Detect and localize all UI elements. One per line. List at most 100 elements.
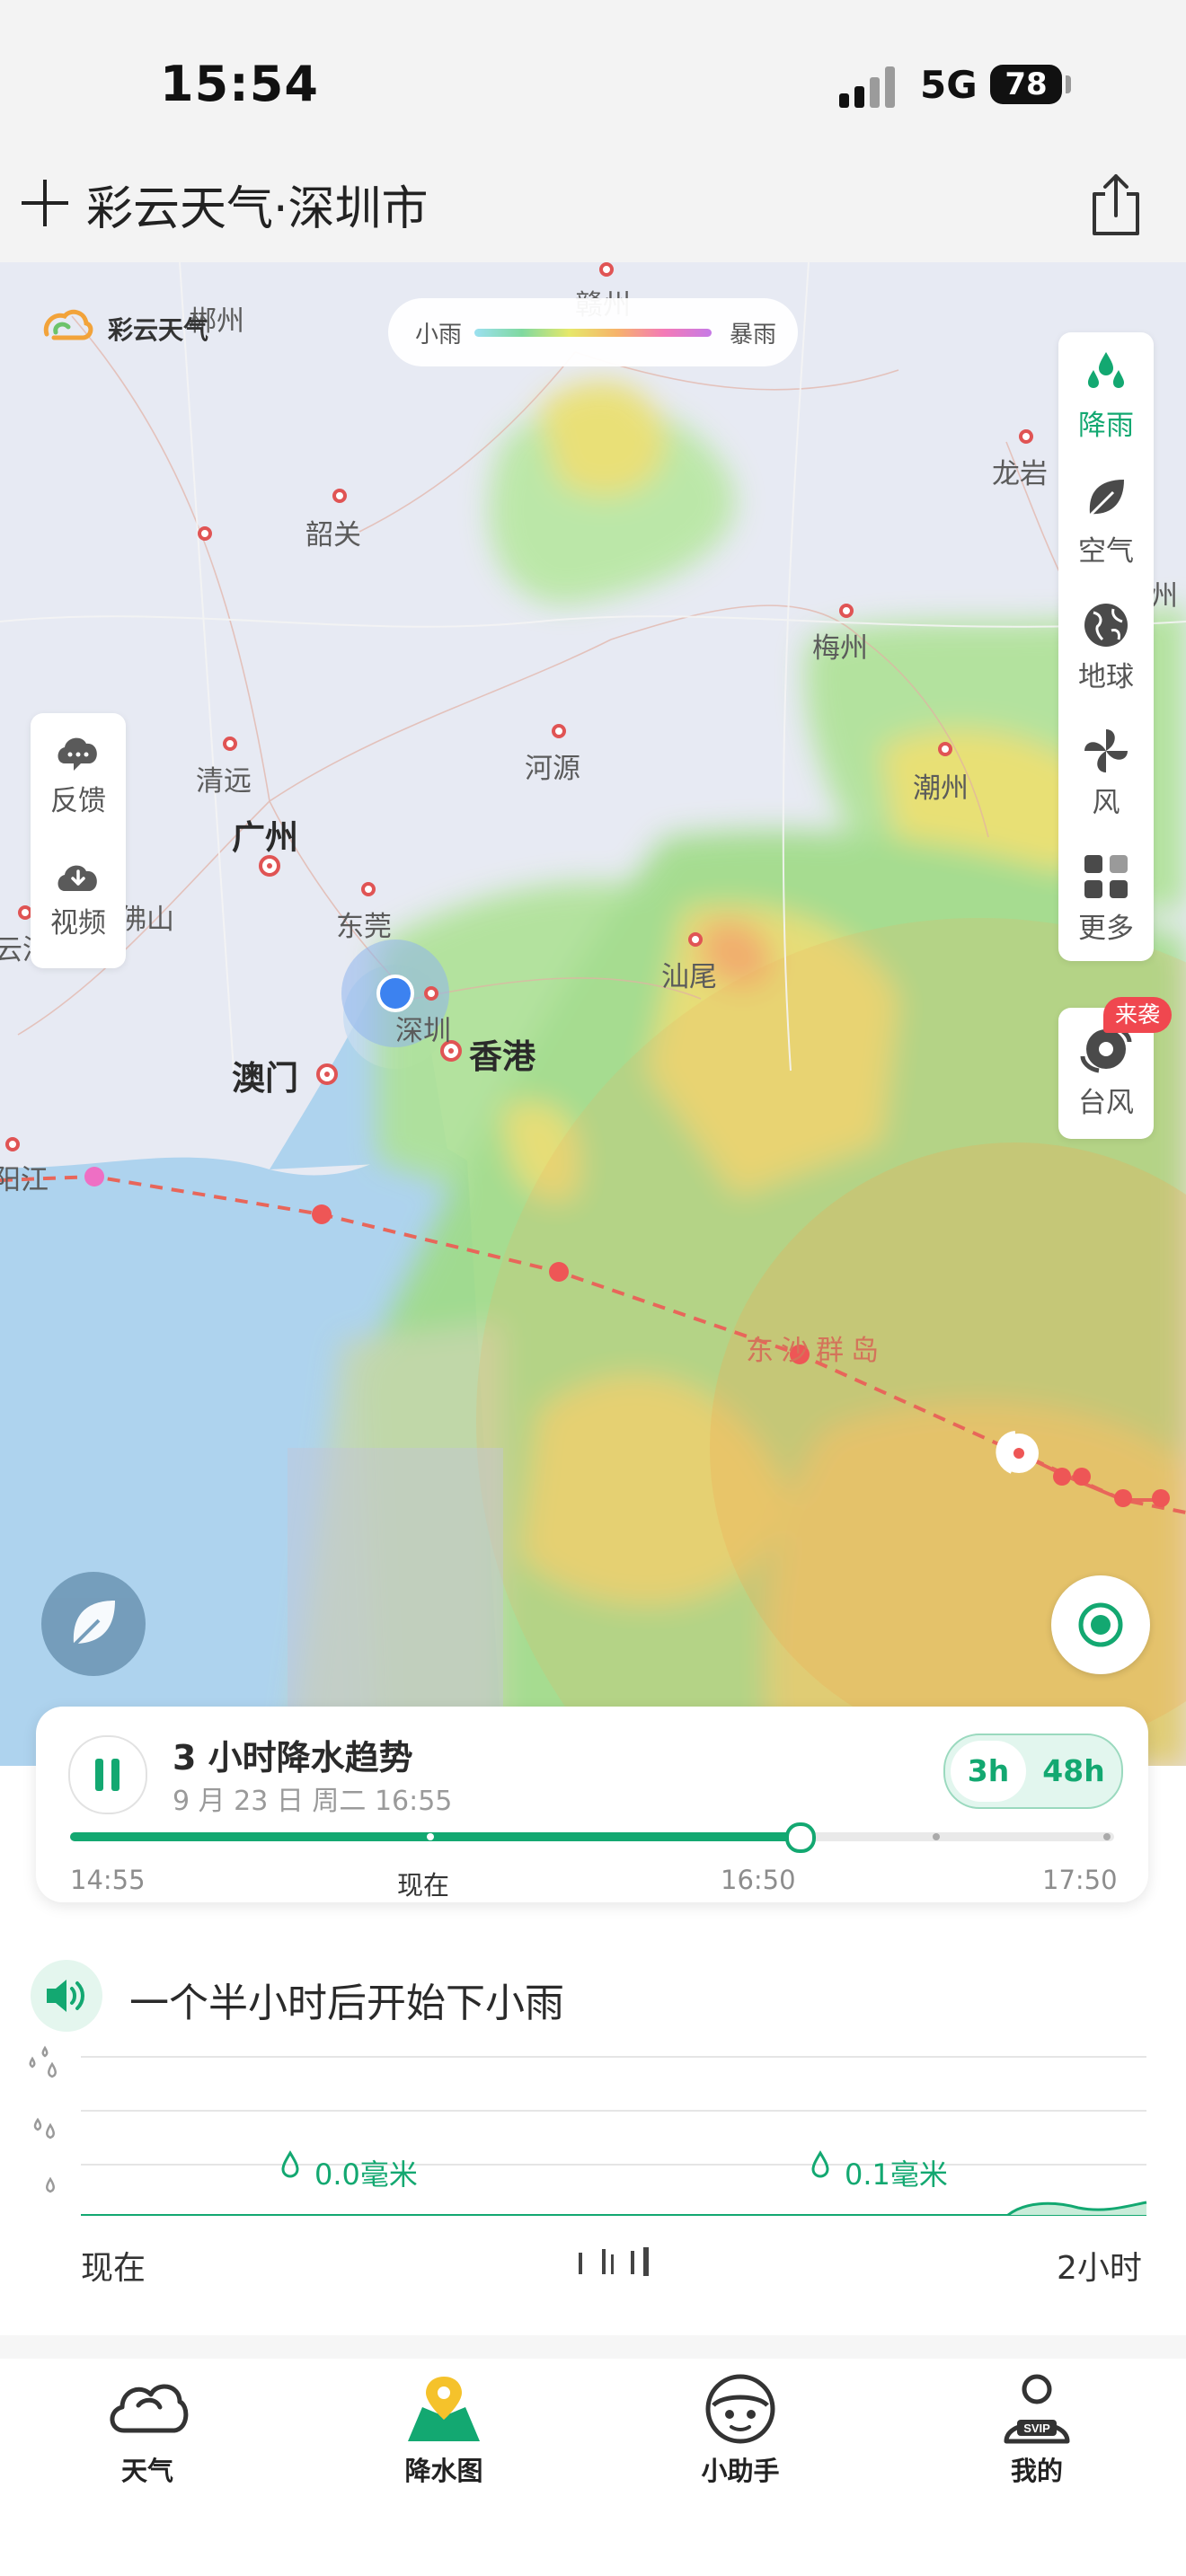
city-label: 香港 (469, 1037, 535, 1076)
precip-reading-now: 0.0毫米 (314, 2157, 418, 2192)
status-time: 15:54 (160, 56, 319, 112)
map-pin-icon (408, 2377, 480, 2441)
pause-button[interactable] (68, 1735, 147, 1814)
video-button[interactable]: 视频 (31, 857, 126, 940)
nav-precip-map[interactable]: 降水图 (354, 2371, 534, 2488)
city-label: 河源 (525, 753, 580, 785)
precip-chart (27, 2044, 1159, 2228)
feedback-label: 反馈 (50, 785, 106, 817)
layer-wind-button[interactable]: 风 (1058, 726, 1154, 820)
drop-icon (281, 2150, 299, 2178)
nav-weather[interactable]: 天气 (58, 2371, 237, 2488)
playback-progress (70, 1832, 801, 1841)
city-label: 汕尾 (661, 961, 717, 993)
video-label: 视频 (50, 907, 106, 940)
battery-icon: 78 (990, 65, 1062, 104)
left-tool-panel: 反馈 视频 (31, 713, 126, 968)
city-label: 东莞 (336, 911, 392, 943)
nav-assistant-label: 小助手 (701, 2456, 780, 2486)
target-icon (1078, 1602, 1123, 1647)
trend-title: 3 小时降水趋势 (173, 1738, 413, 1778)
playback-thumb[interactable] (785, 1822, 817, 1853)
leaf-icon (1088, 480, 1124, 517)
pause-icon (95, 1759, 103, 1791)
eco-mode-button[interactable] (41, 1572, 146, 1676)
brand-name: 彩云天气 (108, 315, 209, 345)
precip-reading-later: 0.1毫米 (845, 2157, 948, 2192)
audio-wave-icon (579, 2247, 649, 2276)
tick-label-start: 14:55 (70, 1865, 146, 1895)
pinwheel-icon (1084, 729, 1128, 772)
leaf-icon (70, 1601, 115, 1649)
city-label: 深圳 (395, 1015, 451, 1047)
cloud-icon (110, 2384, 189, 2433)
cloud-chat-icon (58, 737, 97, 771)
layer-globe-button[interactable]: 地球 (1058, 600, 1154, 694)
city-label: 东沙群岛 (746, 1335, 886, 1367)
grid-icon (1084, 855, 1128, 898)
raindrops-icon (1088, 352, 1124, 388)
location-title[interactable]: 彩云天气·深圳市 (86, 171, 429, 238)
nav-profile[interactable]: SVIP 我的 (947, 2371, 1127, 2488)
precip-summary: 一个半小时后开始下小雨 (129, 1981, 564, 2026)
playback-slider[interactable] (70, 1822, 1114, 1853)
range-3h-option[interactable]: 3h (951, 1741, 1026, 1802)
layer-more-button[interactable]: 更多 (1058, 851, 1154, 946)
typhoon-button-content: 台风 (1058, 1022, 1154, 1120)
city-label: 州 (1150, 580, 1178, 613)
track-marker (427, 1833, 434, 1840)
drop-scale-icons (29, 2045, 57, 2193)
tick-label-now: 现在 (397, 1870, 450, 1901)
network-type: 5G (920, 63, 978, 107)
rain-intensity-legend: 小雨 暴雨 (388, 298, 798, 366)
city-label: 广州 (232, 818, 298, 857)
track-marker (1103, 1833, 1111, 1840)
layer-panel: 降雨 空气 地球 风 更多 (1058, 332, 1154, 961)
chart-x-start: 现在 (81, 2250, 146, 2287)
range-toggle: 3h 48h (943, 1734, 1123, 1809)
section-divider (0, 2335, 1186, 2359)
nav-assistant[interactable]: 小助手 (651, 2371, 830, 2488)
bottom-nav: 天气 降水图 小助手 SVIP 我的 (0, 2359, 1186, 2576)
layer-globe-label: 地球 (1078, 661, 1134, 693)
svg-text:SVIP: SVIP (1023, 2422, 1050, 2435)
city-label: 澳门 (232, 1059, 298, 1098)
locate-button[interactable] (1051, 1575, 1150, 1674)
range-48h-option[interactable]: 48h (1031, 1741, 1116, 1802)
tick-label-end: 17:50 (1042, 1865, 1118, 1895)
city-label: 韶关 (305, 519, 361, 551)
city-label: 潮州 (913, 772, 969, 805)
layer-air-button[interactable]: 空气 (1058, 474, 1154, 569)
cloud-download-icon (58, 865, 97, 891)
feedback-button[interactable]: 反馈 (31, 731, 126, 818)
precip-chart-canvas (29, 2045, 1147, 2217)
layer-wind-label: 风 (1092, 787, 1120, 819)
nav-precip-label: 降水图 (404, 2456, 483, 2486)
typhoon-button[interactable]: 台风 来袭 (1058, 997, 1172, 1139)
city-label: 梅州 (812, 632, 868, 665)
assistant-icon (705, 2374, 775, 2444)
chart-x-end: 2小时 (1057, 2250, 1142, 2287)
typhoon-alert-badge: 来袭 (1103, 997, 1172, 1033)
profile-svip-icon: SVIP (1004, 2374, 1070, 2444)
drop-icon (811, 2150, 829, 2178)
plus-icon[interactable] (18, 176, 72, 230)
track-marker (933, 1833, 940, 1840)
nav-weather-label: 天气 (120, 2456, 173, 2486)
signal-icon (839, 66, 897, 108)
city-label: 清远 (196, 765, 252, 798)
battery-nub (1066, 75, 1071, 93)
typhoon-label: 台风 (1078, 1087, 1134, 1119)
playback-card: 3 小时降水趋势 9 月 23 日 周二 16:55 3h 48h 14:55 … (36, 1707, 1148, 1902)
globe-icon (1084, 604, 1128, 647)
layer-rain-button[interactable]: 降雨 (1058, 348, 1154, 443)
brand-mark-icon (43, 309, 93, 340)
legend-min-label: 小雨 (415, 322, 463, 348)
precipitation-map[interactable]: 郴州 赣州 韶关 龙岩 梅州 清远 河源 潮州 广州 东莞 汕尾 深圳 香港 澳… (0, 262, 1186, 1766)
tick-label-mid: 16:50 (721, 1865, 796, 1895)
legend-max-label: 暴雨 (730, 322, 777, 348)
share-icon[interactable] (1085, 171, 1146, 239)
speaker-icon[interactable] (31, 1960, 102, 2032)
layer-air-label: 空气 (1078, 535, 1134, 568)
city-label: 阳江 (0, 1164, 49, 1196)
